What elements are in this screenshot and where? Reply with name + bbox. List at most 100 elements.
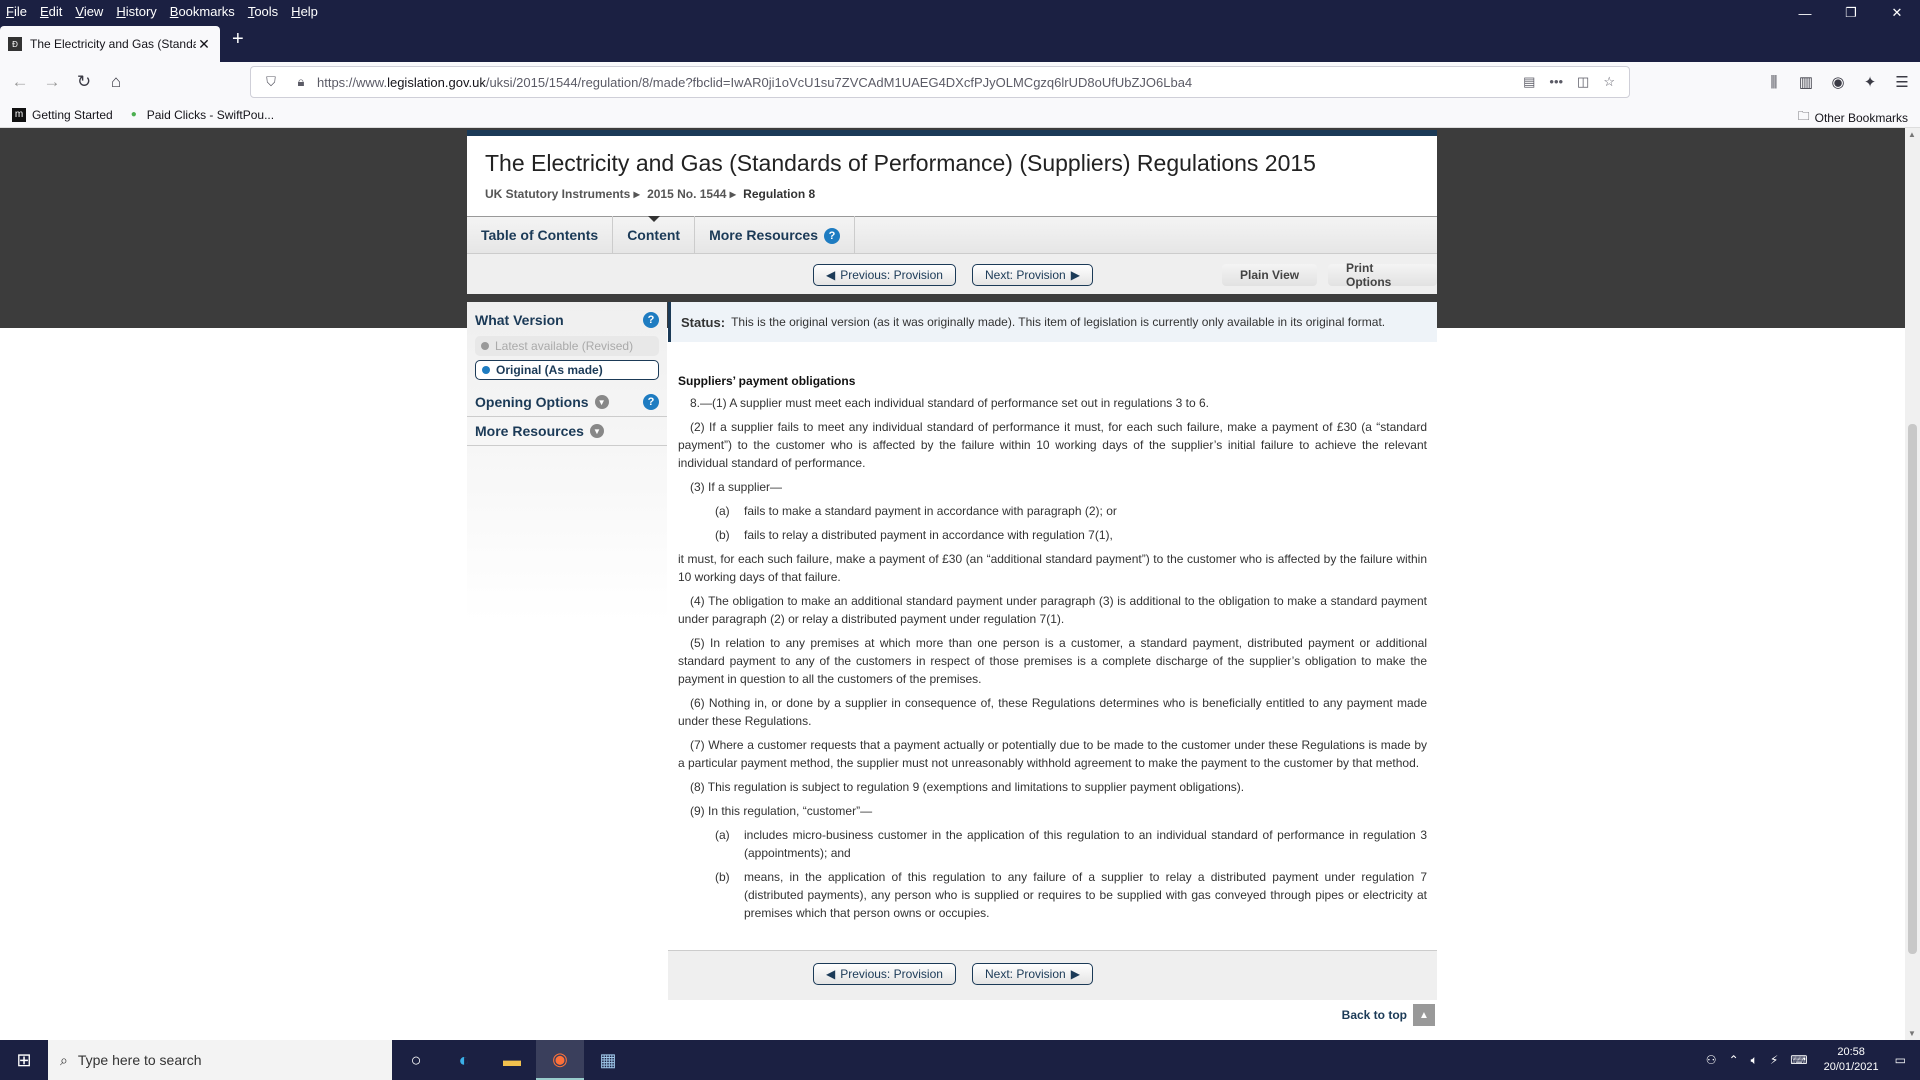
page-actions-icon[interactable]: ••• [1549, 74, 1563, 90]
caret-right-icon: ▶ [1070, 967, 1080, 981]
status-notice: Status: This is the original version (as… [668, 302, 1437, 342]
menu-edit[interactable]: Edit [40, 4, 62, 19]
extensions-icon[interactable]: ✦ [1860, 66, 1880, 98]
bookmarks-bar: m Getting Started ● Paid Clicks - SwiftP… [0, 102, 1920, 128]
tab-more-resources[interactable]: More Resources? [695, 216, 856, 254]
caret-right-icon: ▶ [1070, 268, 1080, 282]
menu-view[interactable]: View [75, 4, 103, 19]
notifications-icon[interactable]: ▭ [1895, 1053, 1906, 1067]
shield-icon[interactable]: ⛉ [261, 74, 281, 90]
arrow-up-icon: ▲ [1413, 1004, 1435, 1026]
previous-provision-button[interactable]: ◀ Previous: Provision [813, 264, 956, 286]
paragraph-9: (9) In this regulation, “customer”— [690, 804, 873, 818]
menu-tools[interactable]: Tools [248, 4, 278, 19]
menu-help[interactable]: Help [291, 4, 318, 19]
forward-button[interactable]: → [36, 66, 68, 98]
network-icon[interactable]: ⚡︎ [1770, 1053, 1778, 1067]
people-icon[interactable]: ⚇ [1706, 1053, 1717, 1067]
regulation-body: Suppliers’ payment obligations 8.—(1) A … [668, 372, 1437, 922]
legislation-content: Status: This is the original version (as… [668, 302, 1437, 928]
more-resources-toggle[interactable]: More Resources ▼ [467, 417, 667, 446]
back-to-top-link[interactable]: Back to top ▲ [1342, 1004, 1435, 1026]
paragraph-4: (4) The obligation to make an additional… [678, 594, 1427, 626]
more-resources-label: More Resources [475, 423, 584, 439]
bookmark-star-icon[interactable]: ☆ [1603, 74, 1615, 90]
previous-provision-button-bottom[interactable]: ◀ Previous: Provision [813, 963, 956, 985]
next-provision-button[interactable]: Next: Provision ▶ [972, 264, 1093, 286]
caret-left-icon: ◀ [826, 967, 836, 981]
opening-options-label: Opening Options [475, 394, 589, 410]
help-icon[interactable]: ? [643, 394, 659, 410]
tab-table-of-contents[interactable]: Table of Contents [467, 216, 614, 254]
sidebar-icon[interactable]: ▥ [1796, 66, 1816, 98]
sub-paragraph-text: includes micro-business customer in the … [744, 828, 1427, 860]
plain-view-button[interactable]: Plain View [1222, 264, 1318, 286]
app-menu-icon[interactable]: ☰ [1892, 66, 1912, 98]
bookmark-getting-started[interactable]: m Getting Started [12, 107, 113, 122]
vertical-scrollbar[interactable]: ▲ ▼ [1905, 128, 1920, 1040]
scroll-down-icon[interactable]: ▼ [1908, 1029, 1916, 1038]
paragraph-2: (2) If a supplier fails to meet any indi… [678, 420, 1427, 470]
menu-file[interactable]: File [6, 4, 27, 19]
breadcrumb-year[interactable]: 2015 No. 1544 ▸ [647, 187, 736, 201]
search-icon: ⌕ [60, 1051, 68, 1068]
url-text[interactable]: https://www.legislation.gov.uk/uksi/2015… [317, 75, 1523, 90]
version-original-option[interactable]: Original (As made) [475, 360, 659, 380]
sub-paragraph-label: (a) [715, 504, 730, 518]
close-tab-icon[interactable]: ✕ [196, 36, 212, 53]
sub-paragraph: (b) fails to relay a distributed payment … [678, 526, 1427, 544]
firefox-icon[interactable]: ◉ [536, 1040, 584, 1080]
bookmark-label: Getting Started [32, 107, 113, 122]
keyboard-icon[interactable]: ⌨ [1790, 1053, 1807, 1067]
file-explorer-icon[interactable]: ▬ [488, 1040, 536, 1080]
pocket-icon[interactable]: ◫ [1577, 74, 1589, 90]
back-button[interactable]: ← [4, 66, 36, 98]
account-icon[interactable]: ◉ [1828, 66, 1848, 98]
bottom-provision-bar: ◀ Previous: Provision Next: Provision ▶ [668, 950, 1437, 1000]
clock[interactable]: 20:58 20/01/2021 [1824, 1045, 1879, 1075]
menu-history[interactable]: History [116, 4, 156, 19]
scrollbar-thumb[interactable] [1908, 424, 1917, 954]
bookmark-label: Paid Clicks - SwiftPou... [146, 107, 275, 122]
sub-paragraph-label: (a) [715, 828, 730, 842]
lock-icon[interactable]: 🔒︎ [291, 74, 311, 90]
opening-options-toggle[interactable]: Opening Options ▼ ? [467, 388, 667, 417]
volume-icon[interactable]: 🔈︎ [1751, 1053, 1758, 1068]
sub-paragraph-text: means, in the application of this regula… [744, 870, 1427, 920]
status-label: Status: [681, 314, 726, 330]
paragraph-7: (7) Where a customer requests that a pay… [678, 738, 1427, 770]
breadcrumb-uksi[interactable]: UK Statutory Instruments ▸ [485, 187, 640, 201]
what-version-label: What Version [475, 312, 564, 328]
next-provision-label: Next: Provision [985, 268, 1066, 282]
breadcrumb-current: Regulation 8 [743, 187, 816, 201]
menu-bookmarks[interactable]: Bookmarks [170, 4, 235, 19]
print-options-button[interactable]: Print Options [1328, 261, 1437, 289]
back-to-top-label: Back to top [1341, 1008, 1407, 1022]
scroll-up-icon[interactable]: ▲ [1908, 130, 1916, 139]
notepad-icon[interactable]: ▦ [584, 1040, 632, 1080]
system-tray: ⚇ ⌃ 🔈︎ ⚡︎ ⌨ 20:58 20/01/2021 ▭ [1700, 1040, 1920, 1080]
windows-taskbar: ⊞ ⌕ Type here to search ○ ◐ ▬ ◉ ▦ ⚇ ⌃ 🔈︎… [0, 1040, 1920, 1080]
new-tab-button[interactable]: + [232, 28, 244, 51]
library-icon[interactable]: ⫼ [1764, 66, 1784, 98]
paragraph-3-continuation: it must, for each such failure, make a p… [678, 552, 1427, 584]
browser-tab[interactable]: Ð The Electricity and Gas (Standa ✕ [0, 26, 220, 62]
windows-start-icon[interactable]: ⊞ [0, 1040, 48, 1080]
help-icon[interactable]: ? [824, 228, 841, 245]
url-bar[interactable]: ⛉ 🔒︎ https://www.legislation.gov.uk/uksi… [250, 66, 1630, 98]
provision-toolbar: ◀ Previous: Provision Next: Provision ▶ Pl… [467, 254, 1437, 294]
reader-view-icon[interactable]: ▤ [1523, 74, 1535, 90]
taskbar-search[interactable]: ⌕ Type here to search [48, 1040, 392, 1080]
next-provision-button-bottom[interactable]: Next: Provision ▶ [972, 963, 1093, 985]
tray-chevron-up-icon[interactable]: ⌃ [1729, 1053, 1739, 1067]
other-bookmarks[interactable]: 🗀︎ Other Bookmarks [1798, 107, 1908, 128]
bookmark-paid-clicks[interactable]: ● Paid Clicks - SwiftPou... [127, 108, 274, 122]
help-icon[interactable]: ? [643, 312, 659, 328]
caret-left-icon: ◀ [826, 268, 836, 282]
sub-paragraph: (a) fails to make a standard payment in a… [678, 502, 1427, 520]
getting-started-icon: m [12, 107, 26, 122]
reload-button[interactable]: ↻ [68, 66, 100, 98]
cortana-icon[interactable]: ○ [392, 1040, 440, 1080]
home-button[interactable]: ⌂ [100, 66, 132, 98]
edge-icon[interactable]: ◐ [440, 1040, 488, 1080]
